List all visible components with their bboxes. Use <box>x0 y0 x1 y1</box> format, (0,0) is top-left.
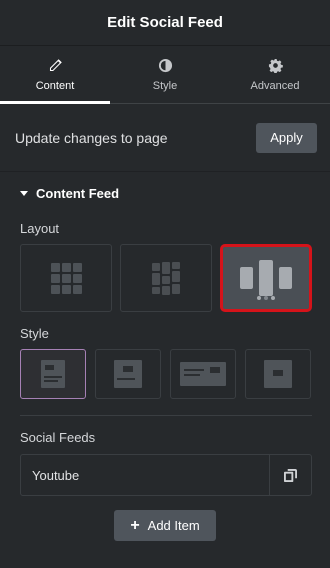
masonry-layout-icon <box>152 261 180 295</box>
update-changes-label: Update changes to page <box>15 129 168 146</box>
layout-option-carousel[interactable] <box>220 244 312 312</box>
layout-options <box>0 244 330 312</box>
card-style-2-icon <box>114 360 142 388</box>
tab-advanced-label: Advanced <box>250 79 300 92</box>
layout-option-grid[interactable] <box>20 244 112 312</box>
add-item-label: Add Item <box>147 518 200 533</box>
tab-content-label: Content <box>35 79 75 92</box>
style-option-3[interactable] <box>170 349 236 399</box>
tab-bar: Content Style Advanced <box>0 46 330 104</box>
style-option-1[interactable] <box>20 349 86 399</box>
add-item-button[interactable]: + Add Item <box>114 510 216 541</box>
layout-option-masonry[interactable] <box>120 244 212 312</box>
tab-style[interactable]: Style <box>110 46 220 103</box>
carousel-dots-icon <box>257 296 275 300</box>
card-style-1-icon <box>41 360 65 388</box>
style-option-4[interactable] <box>245 349 311 399</box>
card-style-3-icon <box>180 362 226 386</box>
apply-button[interactable]: Apply <box>256 122 317 153</box>
divider <box>20 415 312 416</box>
social-feeds-label: Social Feeds <box>20 430 96 445</box>
style-options <box>0 349 330 399</box>
caret-down-icon <box>20 190 28 196</box>
panel-header: Edit Social Feed <box>0 0 330 46</box>
style-option-2[interactable] <box>95 349 161 399</box>
card-style-4-icon <box>264 360 292 388</box>
duplicate-button[interactable] <box>269 455 311 495</box>
tab-advanced[interactable]: Advanced <box>220 46 330 103</box>
repeater-item: Youtube <box>20 454 312 496</box>
copy-icon <box>284 468 297 482</box>
add-item-wrap: + Add Item <box>0 510 330 541</box>
gear-icon <box>268 58 283 73</box>
tab-style-label: Style <box>152 79 178 92</box>
layout-label: Layout <box>20 221 60 236</box>
repeater-item-title[interactable]: Youtube <box>21 455 269 495</box>
style-label: Style <box>20 326 49 341</box>
panel-title: Edit Social Feed <box>107 14 223 31</box>
pencil-icon <box>49 58 62 71</box>
update-changes-row: Update changes to page Apply <box>0 104 330 172</box>
section-toggle-content-feed[interactable]: Content Feed <box>0 173 330 213</box>
plus-icon: + <box>130 516 140 534</box>
section-title: Content Feed <box>36 185 120 201</box>
tab-content[interactable]: Content <box>0 46 110 104</box>
contrast-icon <box>158 58 172 72</box>
carousel-layout-icon <box>240 260 292 296</box>
grid-layout-icon <box>50 262 82 294</box>
